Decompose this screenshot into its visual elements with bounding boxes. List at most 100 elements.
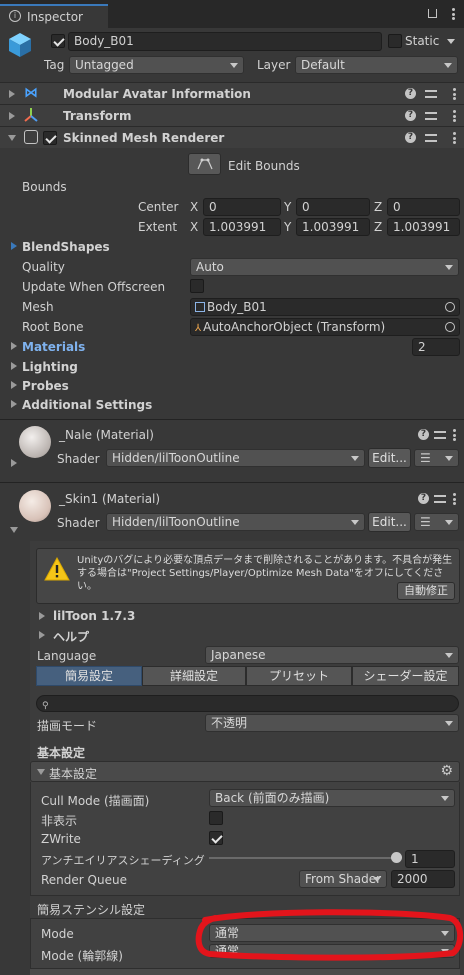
window-menu-icon[interactable] <box>452 8 455 20</box>
gameobject-cube-icon <box>8 32 32 58</box>
layer-dropdown[interactable]: Default <box>295 56 458 74</box>
help-foldout-icon[interactable] <box>39 631 45 639</box>
blendshapes-foldout-icon[interactable] <box>11 242 17 250</box>
tab-simple-settings[interactable]: 簡易設定 <box>36 666 142 686</box>
render-mode-label: 描画モード <box>37 719 98 733</box>
hide-checkbox[interactable] <box>209 811 223 825</box>
language-dropdown[interactable]: Japanese <box>205 646 459 664</box>
lighting-label[interactable]: Lighting <box>22 360 78 374</box>
help-icon[interactable]: ? <box>418 429 429 440</box>
static-dropdown[interactable] <box>444 33 460 51</box>
extent-x-field[interactable]: 1.003991 <box>203 218 281 236</box>
basic-settings-foldout-label: 基本設定 <box>49 767 98 781</box>
list-icon: ☰ <box>420 451 431 465</box>
version-foldout-icon[interactable] <box>39 612 45 620</box>
component-header-modular-avatar[interactable]: ⋈ Modular Avatar Information ? <box>0 82 464 104</box>
shader-options-dropdown[interactable]: ☰ <box>414 513 459 531</box>
tab-advanced-settings[interactable]: 詳細設定 <box>142 666 246 686</box>
component-menu-icon[interactable] <box>453 132 456 144</box>
materials-foldout-icon[interactable] <box>11 342 17 350</box>
search-input[interactable]: ⚲ <box>36 695 459 712</box>
edit-bounds-button[interactable] <box>188 153 221 175</box>
cull-mode-dropdown[interactable]: Back (前面のみ描画) <box>209 789 455 807</box>
probes-foldout-icon[interactable] <box>11 381 17 389</box>
presets-icon[interactable] <box>434 493 446 504</box>
object-picker-icon[interactable] <box>445 322 455 332</box>
gameobject-name-field[interactable]: Body_B01 <box>68 32 382 51</box>
foldout-arrow-icon[interactable] <box>8 135 16 141</box>
probes-label[interactable]: Probes <box>22 379 69 393</box>
component-menu-icon[interactable] <box>453 88 456 100</box>
layer-value: Default <box>301 58 345 72</box>
presets-icon[interactable] <box>434 429 446 440</box>
shader-edit-button[interactable]: Edit... <box>368 448 411 468</box>
presets-icon[interactable] <box>425 88 437 99</box>
antialias-slider-track[interactable] <box>209 857 397 859</box>
shader-dropdown[interactable]: Hidden/lilToonOutline <box>106 513 365 531</box>
tag-dropdown[interactable]: Untagged <box>69 56 244 74</box>
help-icon[interactable]: ? <box>405 88 416 99</box>
gameobject-active-checkbox[interactable] <box>51 34 65 48</box>
center-z-field[interactable]: 0 <box>387 198 460 216</box>
mesh-field[interactable]: Body_B01 <box>190 298 460 316</box>
extent-z-field[interactable]: 1.003991 <box>387 218 460 236</box>
help-icon[interactable]: ? <box>418 493 429 504</box>
tab-shader-settings[interactable]: シェーダー設定 <box>352 666 459 686</box>
center-x-field[interactable]: 0 <box>203 198 281 216</box>
presets-icon[interactable] <box>425 110 437 121</box>
shader-edit-button[interactable]: Edit... <box>368 512 411 532</box>
materials-label[interactable]: Materials <box>22 340 85 354</box>
render-queue-value-field[interactable]: 2000 <box>391 870 455 888</box>
gear-icon[interactable]: ⚙ <box>440 763 453 779</box>
material-menu-icon[interactable] <box>453 493 456 505</box>
help-section-label[interactable]: ヘルプ <box>53 628 89 645</box>
presets-icon[interactable] <box>425 132 437 143</box>
lock-icon[interactable] <box>428 9 437 18</box>
help-icon[interactable]: ? <box>405 132 416 143</box>
material-name: _Skin1 (Material) <box>59 492 161 506</box>
shader-label: Shader <box>57 452 100 466</box>
zwrite-checkbox[interactable] <box>209 831 223 845</box>
antialias-value-field[interactable]: 1 <box>405 850 455 868</box>
root-bone-field[interactable]: ⅄ AutoAnchorObject (Transform) <box>190 318 460 336</box>
lighting-foldout-icon[interactable] <box>11 362 17 370</box>
tab-presets[interactable]: プリセット <box>246 666 352 686</box>
foldout-arrow-icon[interactable] <box>9 90 15 98</box>
material-menu-icon[interactable] <box>453 429 456 441</box>
skinned-mesh-icon <box>24 130 38 144</box>
blendshapes-label[interactable]: BlendShapes <box>22 240 110 254</box>
object-picker-icon[interactable] <box>445 302 455 312</box>
materials-count-field[interactable]: 2 <box>412 338 460 356</box>
quality-value: Auto <box>196 260 224 274</box>
additional-settings-label[interactable]: Additional Settings <box>22 398 152 412</box>
static-checkbox[interactable] <box>388 34 402 48</box>
additional-foldout-icon[interactable] <box>11 400 17 408</box>
render-mode-dropdown[interactable]: 不透明 <box>205 714 459 732</box>
material-foldout-icon[interactable] <box>10 527 18 533</box>
quality-dropdown[interactable]: Auto <box>190 258 459 276</box>
inspector-tab[interactable]: i Inspector <box>0 4 108 28</box>
auto-fix-button[interactable]: 自動修正 <box>397 582 455 600</box>
component-header-transform[interactable]: Transform ? <box>0 104 464 126</box>
list-icon: ☰ <box>420 515 431 529</box>
extent-y-field[interactable]: 1.003991 <box>296 218 370 236</box>
antialias-slider-thumb[interactable] <box>391 852 402 863</box>
material-foldout-icon[interactable] <box>11 459 17 467</box>
component-menu-icon[interactable] <box>453 110 456 122</box>
component-header-skinned-mesh-renderer[interactable]: Skinned Mesh Renderer ? <box>0 126 464 148</box>
shader-value: Hidden/lilToonOutline <box>112 451 240 465</box>
update-offscreen-checkbox[interactable] <box>190 279 204 293</box>
shader-options-dropdown[interactable]: ☰ <box>414 449 459 467</box>
center-y-field[interactable]: 0 <box>296 198 370 216</box>
component-enabled-checkbox[interactable] <box>43 131 57 145</box>
foldout-arrow-icon[interactable] <box>9 112 15 120</box>
red-highlight-annotation <box>195 909 464 961</box>
bottom-cutoff-bar <box>30 968 460 975</box>
liltoon-version[interactable]: lilToon 1.7.3 <box>53 609 135 623</box>
component-title: Modular Avatar Information <box>63 87 251 101</box>
basic-settings-foldout[interactable]: 基本設定 ⚙ <box>30 761 460 782</box>
shader-dropdown[interactable]: Hidden/lilToonOutline <box>106 449 365 467</box>
render-queue-mode-dropdown[interactable]: From Shader <box>299 870 387 888</box>
mesh-label: Mesh <box>22 300 54 314</box>
help-icon[interactable]: ? <box>405 110 416 121</box>
